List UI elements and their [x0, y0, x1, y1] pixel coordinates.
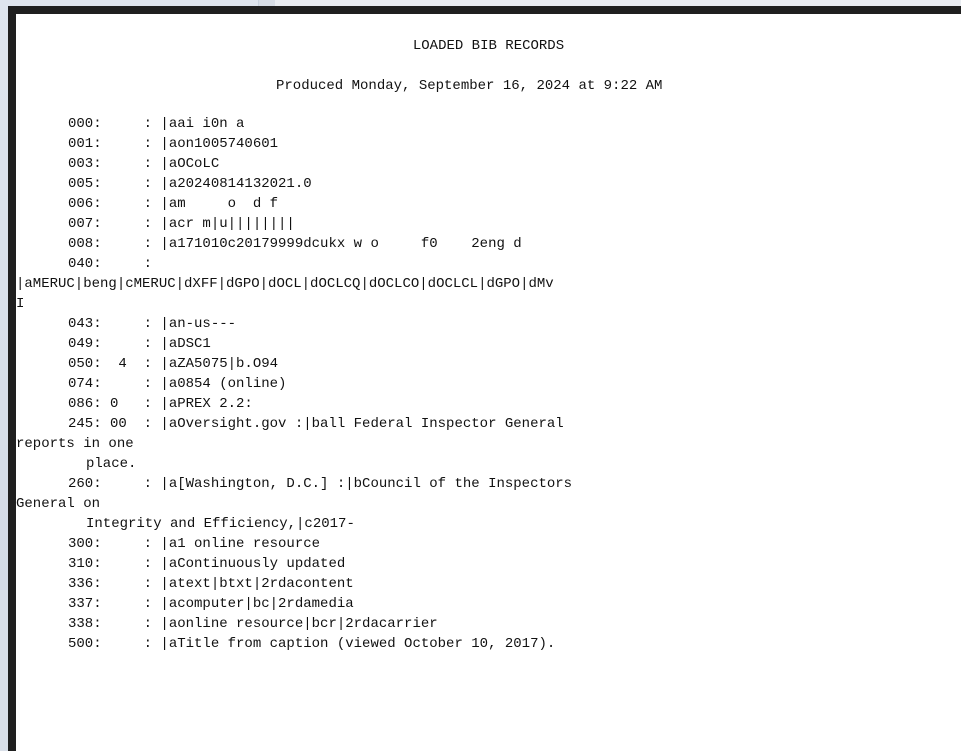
- record-line: 005: : |a20240814132021.0: [68, 176, 312, 192]
- record-line: 050: 4 : |aZA5075|b.O94: [68, 356, 279, 372]
- record-line: 049: : |aDSC1: [68, 336, 211, 352]
- record-line: General on: [16, 496, 101, 512]
- record-line: 338: : |aonline resource|bcr|2rdacarrier: [68, 616, 438, 632]
- record-line: 003: : |aOCoLC: [68, 156, 220, 172]
- report-produced-date: Produced Monday, September 16, 2024 at 9…: [276, 78, 663, 94]
- record-line: reports in one: [16, 436, 134, 452]
- record-line: 337: : |acomputer|bc|2rdamedia: [68, 596, 354, 612]
- record-line: 006: : |am o d f: [68, 196, 279, 212]
- record-line: 007: : |acr m|u||||||||: [68, 216, 295, 232]
- record-line: I: [16, 296, 25, 312]
- record-line: 245: 00 : |aOversight.gov :|ball Federal…: [68, 416, 564, 432]
- record-line: |aMERUC|beng|cMERUC|dXFF|dGPO|dOCL|dOCLC…: [16, 276, 554, 292]
- record-line: 500: : |aTitle from caption (viewed Octo…: [68, 636, 556, 652]
- record-line: place.: [86, 456, 137, 472]
- record-line: 260: : |a[Washington, D.C.] :|bCouncil o…: [68, 476, 573, 492]
- record-list: 000: : |aai i0n a 001: : |aon1005740601 00…: [16, 114, 951, 654]
- record-line: 336: : |atext|btxt|2rdacontent: [68, 576, 354, 592]
- record-line: 310: : |aContinuously updated: [68, 556, 346, 572]
- report-title: LOADED BIB RECORDS: [412, 38, 565, 54]
- record-line: 000: : |aai i0n a: [68, 116, 245, 132]
- report-content: LOADED BIB RECORDS Produced Monday, Sept…: [16, 14, 961, 751]
- record-line: 001: : |aon1005740601: [68, 136, 279, 152]
- record-line: 086: 0 : |aPREX 2.2:: [68, 396, 253, 412]
- record-line: 074: : |a0854 (online): [68, 376, 287, 392]
- record-line: 043: : |an-us---: [68, 316, 237, 332]
- report-window: LOADED BIB RECORDS Produced Monday, Sept…: [8, 6, 961, 751]
- record-line: 008: : |a171010c20179999dcukx w o f0 2en…: [68, 236, 522, 252]
- record-line: Integrity and Efficiency,|c2017-: [86, 516, 355, 532]
- record-line: 040: :: [68, 256, 153, 272]
- record-line: 300: : |a1 online resource: [68, 536, 321, 552]
